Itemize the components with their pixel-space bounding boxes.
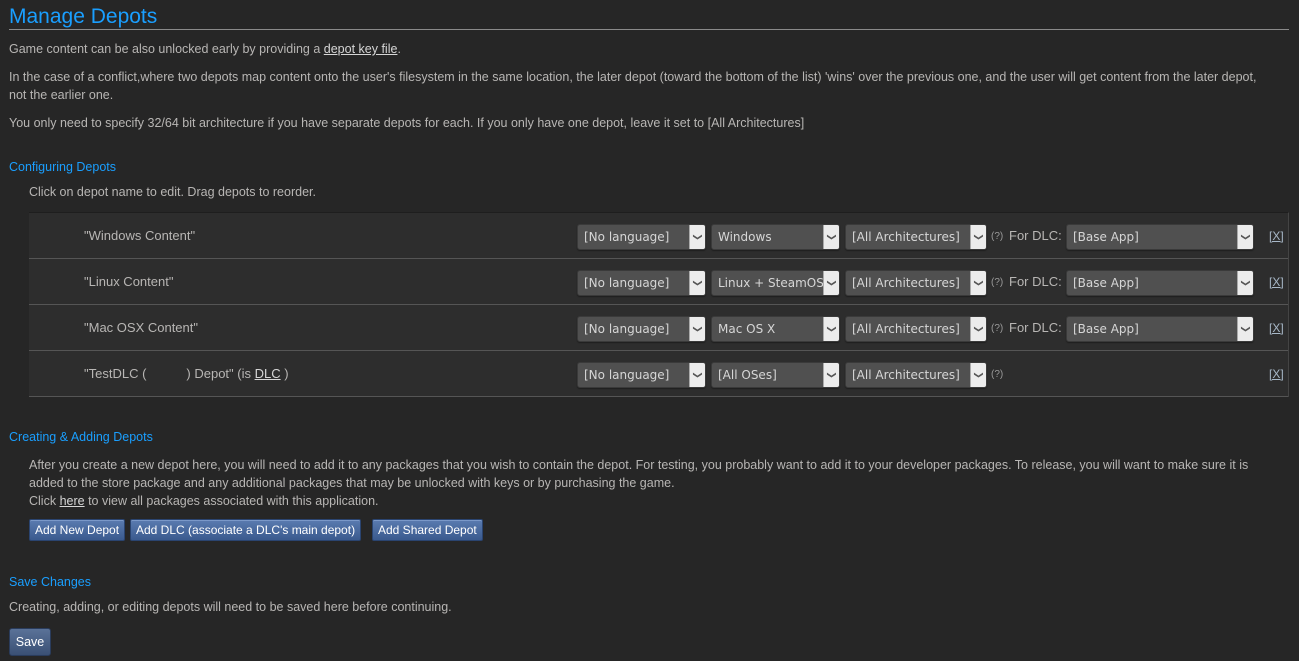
depot-row[interactable]: "Windows Content" [No language] ❯ Windows… [29, 213, 1288, 259]
for-dlc-label: For DLC: [1009, 228, 1062, 243]
configuring-hint: Click on depot name to edit. Drag depots… [29, 185, 316, 199]
os-value: Mac OS X [718, 322, 776, 336]
chevron-down-icon: ❯ [823, 225, 839, 249]
os-select[interactable]: Windows ❯ [711, 224, 840, 250]
language-value: [No language] [584, 368, 670, 382]
language-value: [No language] [584, 322, 670, 336]
architecture-value: [All Architectures] [852, 230, 960, 244]
os-select[interactable]: Mac OS X ❯ [711, 316, 840, 342]
dlc-value: [Base App] [1073, 322, 1139, 336]
chevron-down-icon: ❯ [970, 271, 986, 295]
chevron-down-icon: ❯ [689, 363, 705, 387]
architecture-value: [All Architectures] [852, 322, 960, 336]
help-icon[interactable]: (?) [991, 277, 1003, 288]
remove-depot-button[interactable]: [X] [1269, 229, 1284, 243]
creating-depots-heading: Creating & Adding Depots [9, 430, 153, 444]
dlc-select[interactable]: [Base App] ❯ [1066, 224, 1254, 250]
help-icon[interactable]: (?) [991, 323, 1003, 334]
dlc-link[interactable]: DLC [255, 366, 281, 381]
depot-key-text: Game content can be also unlocked early … [9, 42, 324, 56]
save-info: Creating, adding, or editing depots will… [9, 600, 452, 614]
save-button[interactable]: Save [9, 628, 51, 656]
dlc-value: [Base App] [1073, 230, 1139, 244]
chevron-down-icon: ❯ [1237, 225, 1253, 249]
add-dlc-button[interactable]: Add DLC (associate a DLC's main depot) [130, 519, 362, 541]
save-changes-heading: Save Changes [9, 575, 92, 589]
click-suffix: to view all packages associated with thi… [84, 494, 379, 508]
depot-key-file-link[interactable]: depot key file [324, 42, 398, 56]
language-select[interactable]: [No language] ❯ [577, 316, 706, 342]
language-value: [No language] [584, 276, 670, 290]
depot-name-link[interactable]: "Mac OSX Content" [84, 320, 198, 335]
architecture-select[interactable]: [All Architectures] ❯ [845, 316, 987, 342]
architecture-value: [All Architectures] [852, 368, 960, 382]
chevron-down-icon: ❯ [823, 271, 839, 295]
manage-depots-page: Manage Depots Game content can be also u… [0, 0, 1299, 656]
depot-name-link[interactable]: "Windows Content" [84, 228, 195, 243]
depot-name-prefix: "TestDLC ( [84, 366, 147, 381]
language-select[interactable]: [No language] ❯ [577, 270, 706, 296]
add-shared-depot-button[interactable]: Add Shared Depot [372, 519, 483, 541]
language-select[interactable]: [No language] ❯ [577, 224, 706, 250]
configuring-depots-heading: Configuring Depots [9, 160, 117, 174]
architecture-select[interactable]: [All Architectures] ❯ [845, 224, 987, 250]
help-icon[interactable]: (?) [991, 369, 1003, 380]
page-title: Manage Depots [9, 0, 1289, 30]
chevron-down-icon: ❯ [970, 225, 986, 249]
dlc-select[interactable]: [Base App] ❯ [1066, 316, 1254, 342]
remove-depot-button[interactable]: [X] [1269, 367, 1284, 381]
dlc-select[interactable]: [Base App] ❯ [1066, 270, 1254, 296]
dlc-value: [Base App] [1073, 276, 1139, 290]
architecture-value: [All Architectures] [852, 276, 960, 290]
for-dlc-label: For DLC: [1009, 274, 1062, 289]
depot-key-info: Game content can be also unlocked early … [9, 40, 401, 58]
os-value: Windows [718, 230, 772, 244]
os-select[interactable]: Linux + SteamOS ❯ [711, 270, 840, 296]
remove-depot-button[interactable]: [X] [1269, 275, 1284, 289]
chevron-down-icon: ❯ [689, 225, 705, 249]
depot-name-link[interactable]: "TestDLC ( ) Depot" (is DLC ) [84, 366, 289, 381]
architecture-select[interactable]: [All Architectures] ❯ [845, 362, 987, 388]
architecture-info: You only need to specify 32/64 bit archi… [9, 116, 805, 130]
chevron-down-icon: ❯ [689, 317, 705, 341]
add-new-depot-button[interactable]: Add New Depot [29, 519, 126, 541]
depot-list: "Windows Content" [No language] ❯ Windows… [29, 212, 1289, 397]
chevron-down-icon: ❯ [970, 317, 986, 341]
chevron-down-icon: ❯ [1237, 317, 1253, 341]
depot-row[interactable]: "Mac OSX Content" [No language] ❯ Mac OS … [29, 305, 1288, 351]
depot-name-end: ) [280, 366, 289, 381]
chevron-down-icon: ❯ [823, 363, 839, 387]
for-dlc-label: For DLC: [1009, 320, 1062, 335]
depot-name-link[interactable]: "Linux Content" [84, 274, 173, 289]
chevron-down-icon: ❯ [970, 363, 986, 387]
depot-name-suffix: ) Depot" (is [186, 366, 255, 381]
packages-link[interactable]: here [60, 494, 85, 508]
os-select[interactable]: [All OSes] ❯ [711, 362, 840, 388]
architecture-select[interactable]: [All Architectures] ❯ [845, 270, 987, 296]
chevron-down-icon: ❯ [689, 271, 705, 295]
remove-depot-button[interactable]: [X] [1269, 321, 1284, 335]
click-prefix: Click [29, 494, 60, 508]
help-icon[interactable]: (?) [991, 231, 1003, 242]
os-value: [All OSes] [718, 368, 777, 382]
os-value: Linux + SteamOS [718, 276, 824, 290]
conflict-info: In the case of a conflict,where two depo… [9, 70, 1257, 102]
language-value: [No language] [584, 230, 670, 244]
depot-key-suffix: . [397, 42, 401, 56]
depot-row[interactable]: "Linux Content" [No language] ❯ Linux + S… [29, 259, 1288, 305]
chevron-down-icon: ❯ [1237, 271, 1253, 295]
depot-row[interactable]: "TestDLC ( ) Depot" (is DLC ) [No languag… [29, 351, 1288, 397]
chevron-down-icon: ❯ [823, 317, 839, 341]
creating-depots-info: After you create a new depot here, you w… [29, 456, 1259, 510]
language-select[interactable]: [No language] ❯ [577, 362, 706, 388]
creating-text: After you create a new depot here, you w… [29, 458, 1249, 490]
